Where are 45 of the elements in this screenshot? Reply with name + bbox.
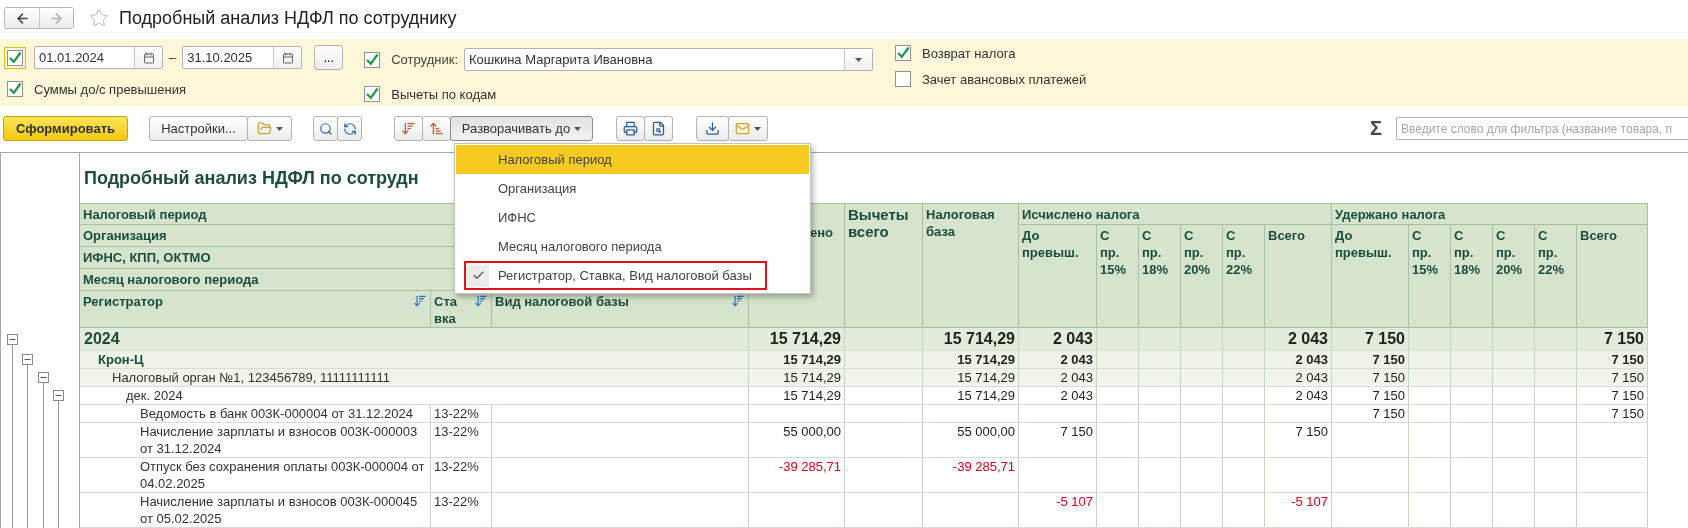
report-title: Подробный анализ НДФЛ по сотрудн	[84, 167, 419, 189]
column-header: С пр. 15%	[1409, 225, 1451, 328]
column-header: С пр. 20%	[1493, 225, 1535, 328]
option-label: Вычеты по кодам	[391, 86, 497, 102]
column-header: До превыш.	[1019, 225, 1097, 328]
column-header[interactable]: Ставка	[431, 291, 492, 328]
table-cell[interactable]: Начисление зарплаты и взносов 003К-000045 от 05.02.2025	[80, 493, 431, 528]
settings-button[interactable]: Настройки...	[149, 116, 248, 141]
column-group-header: Исчислено налога	[1019, 203, 1332, 225]
table-cell: -5 107	[1265, 493, 1332, 528]
header-label: Регистратор	[83, 293, 163, 310]
menu-item[interactable]: Организация	[456, 174, 809, 203]
range-dash: –	[169, 50, 177, 65]
period-button[interactable]: ...	[314, 45, 344, 70]
column-group-header: Удержано налога	[1332, 203, 1648, 225]
header-label: Ставка	[434, 293, 458, 327]
option-label: Зачет авансовых платежей	[922, 71, 1087, 87]
field-label: Сотрудник:	[391, 52, 458, 67]
generate-button[interactable]: Сформировать	[3, 116, 128, 141]
column-header: До превыш.	[1332, 225, 1409, 328]
option-label: Суммы до/с превышения	[34, 81, 186, 97]
table-cell: 13-22%	[431, 493, 492, 528]
column-header: С пр. 18%	[1451, 225, 1493, 328]
expand-to-button[interactable]: Разворачивать до	[450, 116, 593, 141]
date-field[interactable]: 31.10.2025	[182, 46, 303, 69]
date-field[interactable]: 01.01.2024	[34, 46, 163, 69]
column-header[interactable]: Регистратор	[80, 291, 431, 328]
option-label: Возврат налога	[922, 45, 1016, 61]
header-label: Вид налоговой базы	[495, 293, 629, 310]
sum-sign[interactable]: Σ	[1370, 117, 1382, 140]
column-header: Вычеты всего	[845, 203, 923, 328]
column-header: С пр. 18%	[1139, 225, 1181, 328]
filter-field[interactable]: Введите слово для фильтра (название товара, п	[1396, 117, 1688, 140]
column-header: С пр. 22%	[1223, 225, 1265, 328]
window-title: Подробный анализ НДФЛ по сотруднику	[119, 7, 457, 29]
column-header: Всего	[1577, 225, 1648, 328]
column-header: Налоговая база	[923, 203, 1019, 328]
column-header: С пр. 22%	[1535, 225, 1577, 328]
column-header: С пр. 15%	[1097, 225, 1139, 328]
column-header: Всего	[1265, 225, 1332, 328]
table-cell: -5 107	[1019, 493, 1097, 528]
menu-item[interactable]: Налоговый период	[456, 145, 809, 174]
column-header: С пр. 20%	[1181, 225, 1223, 328]
employee-field[interactable]: Кошкина Маргарита Ивановна	[464, 48, 873, 71]
menu-item[interactable]: Регистратор, Ставка, Вид налоговой базы	[464, 261, 767, 290]
